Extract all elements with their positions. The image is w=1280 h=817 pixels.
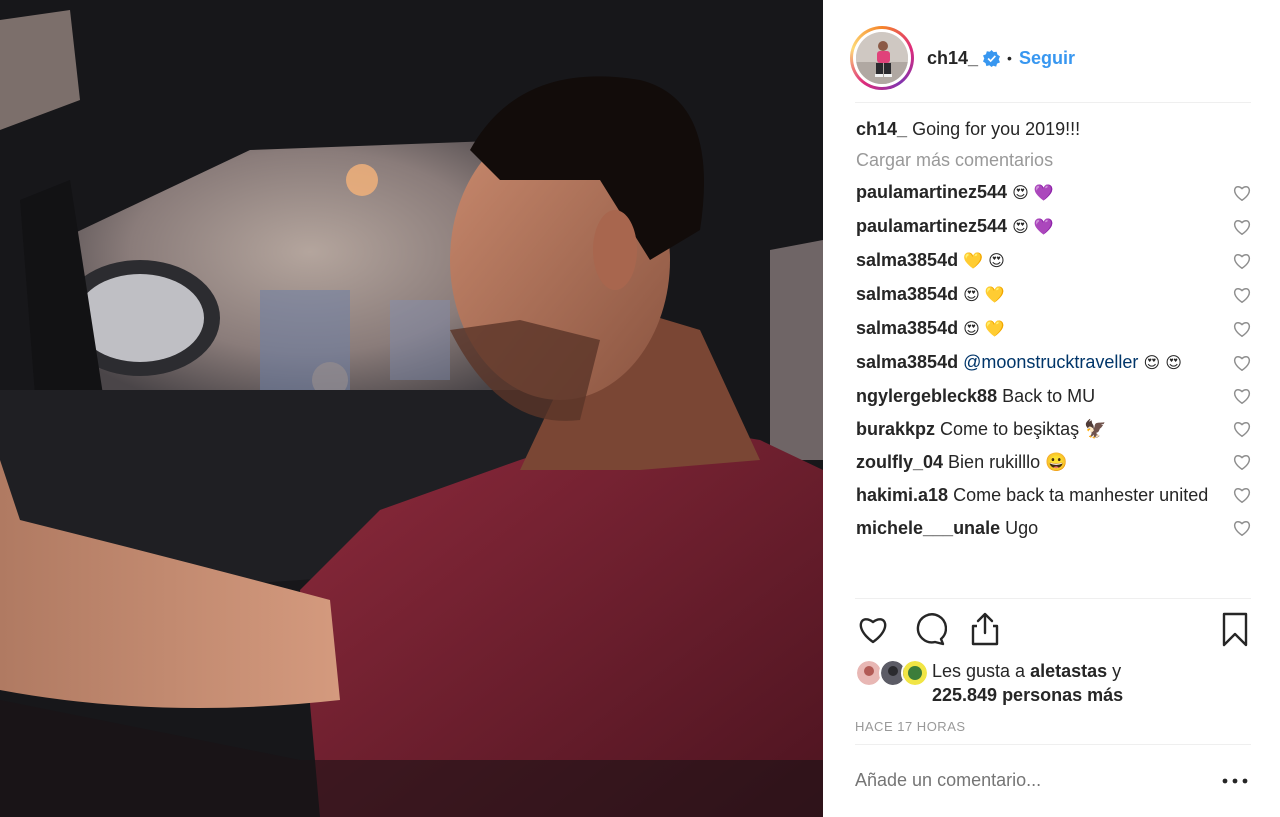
post-photo[interactable] [0,0,823,817]
comment-item: michele___unale Ugo [856,516,1251,540]
liker-avatar [901,659,929,687]
header-user-line: ch14_ • Seguir [927,48,1075,69]
comment-item: salma3854d @moonstrucktraveller 😍 😍 [856,350,1251,375]
comment-username[interactable]: paulamartinez544 [856,182,1007,202]
verified-badge-icon [983,49,1001,67]
comment-like-heart-icon[interactable] [1233,520,1251,536]
comment-like-heart-icon[interactable] [1233,454,1251,470]
comment-username[interactable]: ngylergebleck88 [856,386,997,406]
comment-like-heart-icon[interactable] [1233,355,1251,371]
comment-text: Back to MU [1002,386,1096,406]
comment-text: Come to beşiktaş 🦅 [940,419,1107,439]
post-image [0,0,823,817]
likes-summary: Les gusta a aletastas y 225.849 personas… [932,659,1123,707]
comment-username[interactable]: burakkpz [856,419,935,439]
comment-icon[interactable] [911,611,947,647]
comment-item: paulamartinez544 😍 💜 [856,214,1251,239]
post-side-panel: ch14_ • Seguir ch14_ Going for you 2019!… [823,0,1280,817]
likes-prefix: Les gusta a [932,661,1026,681]
follow-button[interactable]: Seguir [1019,48,1075,69]
comment-like-heart-icon[interactable] [1233,253,1251,269]
liker-avatars[interactable] [855,657,933,687]
comment-username[interactable]: salma3854d [856,318,958,338]
comment-mention-link[interactable]: @moonstrucktraveller [963,352,1138,372]
comment-item: ngylergebleck88 Back to MU [856,384,1251,408]
avatar[interactable] [850,26,914,90]
post-timestamp[interactable]: HACE 17 HORAS [855,719,966,734]
caption-username[interactable]: ch14_ [856,119,907,139]
share-icon[interactable] [967,611,1003,647]
comment-text: Ugo [1005,518,1039,538]
avatar-image [856,32,908,84]
post-caption: ch14_ Going for you 2019!!! [856,117,1251,141]
comment-text: 😍 💜 [1012,183,1054,202]
comment-text: 😍 💛 [963,319,1005,338]
comment-text: 💛 😍 [963,251,1005,270]
comment-item: burakkpz Come to beşiktaş 🦅 [856,417,1251,441]
username-link[interactable]: ch14_ [927,48,978,69]
comment-like-heart-icon[interactable] [1233,321,1251,337]
comment-username[interactable]: salma3854d [856,352,958,372]
add-comment-input[interactable] [855,770,1155,791]
comment-username[interactable]: michele___unale [856,518,1000,538]
comment-item: hakimi.a18 Come back ta manhester united [856,483,1251,507]
bookmark-icon[interactable] [1217,611,1253,647]
comment-username[interactable]: paulamartinez544 [856,216,1007,236]
comment-item: salma3854d 😍 💛 [856,316,1251,341]
likes-count-link[interactable]: 225.849 personas más [932,685,1123,705]
post-header: ch14_ • Seguir [850,14,1251,103]
more-options-icon[interactable] [1221,775,1249,787]
comment-like-heart-icon[interactable] [1233,219,1251,235]
comment-item: paulamartinez544 😍 💜 [856,180,1251,205]
comment-username[interactable]: salma3854d [856,284,958,304]
comment-item: zoulfly_04 Bien rukilllo 😀 [856,450,1251,474]
comments-list[interactable]: ch14_ Going for you 2019!!! Cargar más c… [856,117,1251,597]
comment-username[interactable]: hakimi.a18 [856,485,948,505]
comment-text: Bien rukilllo 😀 [948,452,1068,472]
comment-like-heart-icon[interactable] [1233,185,1251,201]
likes-section: Les gusta a aletastas y 225.849 personas… [855,657,1251,713]
caption-text: Going for you 2019!!! [912,119,1081,139]
likes-user-link[interactable]: aletastas [1030,661,1107,681]
heart-icon[interactable] [855,611,891,647]
comment-text: 😍 😍 [1143,353,1182,372]
comment-text: 😍 💛 [963,285,1005,304]
action-bar [855,611,1251,651]
load-more-comments-button[interactable]: Cargar más comentarios [856,150,1251,171]
comment-username[interactable]: salma3854d [856,250,958,270]
comment-like-heart-icon[interactable] [1233,388,1251,404]
comment-like-heart-icon[interactable] [1233,487,1251,503]
divider [855,744,1251,745]
comment-item: salma3854d 😍 💛 [856,282,1251,307]
comment-text: 😍 💜 [1012,217,1054,236]
comment-like-heart-icon[interactable] [1233,421,1251,437]
likes-conjunction: y [1112,661,1122,681]
comment-like-heart-icon[interactable] [1233,287,1251,303]
comment-username[interactable]: zoulfly_04 [856,452,943,472]
comment-item: salma3854d 💛 😍 [856,248,1251,273]
separator-dot: • [1007,50,1012,66]
divider [855,598,1251,599]
comment-text: Come back ta manhester united [953,485,1209,505]
instagram-post: ch14_ • Seguir ch14_ Going for you 2019!… [0,0,1280,817]
